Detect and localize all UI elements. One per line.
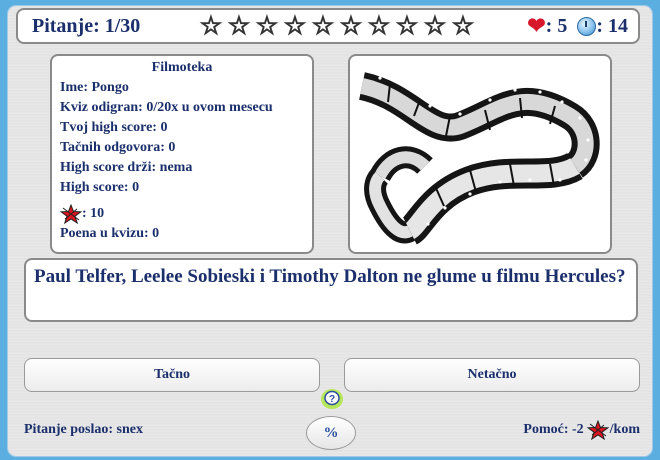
quiz-info-panel: Filmoteka Ime: Pongo Kviz odigran: 0/20x… [50, 54, 314, 254]
quiz-points: Poena u kvizu: 0 [60, 226, 160, 241]
quiz-title: Filmoteka [151, 60, 213, 75]
progress-star-icon: ☆ [199, 12, 223, 40]
progress-star-icon: ☆ [451, 12, 475, 40]
film-strip-image [358, 72, 600, 245]
high-score-holder: High score drži: nema [60, 160, 193, 175]
progress-star-icon: ☆ [367, 12, 391, 40]
red-star-icon [60, 204, 82, 224]
help-prefix: Pomoć: -2 [523, 422, 584, 437]
question-sender: Pitanje poslao: snex [24, 422, 143, 437]
correct-answers: Tačnih odgovora: 0 [60, 140, 176, 155]
your-high-score: Tvoj high score: 0 [60, 120, 168, 135]
progress-star-icon: ☆ [311, 12, 335, 40]
clock-icon [577, 16, 597, 36]
help-suffix: /kom [609, 422, 640, 437]
help-cost: Pomoć: -2 /kom [523, 420, 640, 440]
red-star-icon [586, 420, 609, 440]
player-name: Ime: Pongo [60, 80, 129, 95]
lives-count: : 5 [545, 14, 568, 37]
progress-star-icon: ☆ [395, 12, 419, 40]
progress-star-icon: ☆ [339, 12, 363, 40]
question-counter: Pitanje: 1/30 [32, 15, 141, 37]
bonus-line: : 10 [60, 204, 104, 224]
false-button[interactable]: Netačno [344, 358, 640, 392]
bonus-count: : 10 [82, 206, 105, 221]
high-score: High score: 0 [60, 180, 140, 195]
time-count: : 14 [596, 14, 628, 37]
progress-star-icon: ☆ [227, 12, 251, 40]
progress-star-icon: ☆ [255, 12, 279, 40]
progress-stars: ☆ ☆ ☆ ☆ ☆ ☆ ☆ ☆ ☆ ☆ [198, 12, 476, 41]
question-box: Paul Telfer, Leelee Sobieski i Timothy D… [24, 258, 638, 322]
progress-star-icon: ☆ [283, 12, 307, 40]
question-text: Paul Telfer, Leelee Sobieski i Timothy D… [34, 266, 626, 287]
top-bar: Pitanje: 1/30 ☆ ☆ ☆ ☆ ☆ ☆ ☆ ☆ ☆ ☆ ❤ : 5 : 14 [16, 8, 640, 44]
progress-star-icon: ☆ [423, 12, 447, 40]
true-button[interactable]: Tačno [24, 358, 320, 392]
percent-joker-button[interactable]: % [306, 416, 356, 450]
stats: ❤ : 5 : 14 [527, 14, 628, 38]
svg-text:?: ? [329, 394, 335, 405]
played-count: Kviz odigran: 0/20x u ovom mesecu [60, 100, 273, 115]
question-badge-icon[interactable]: ? [320, 388, 344, 410]
quiz-image [348, 54, 612, 254]
heart-icon: ❤ [527, 13, 546, 38]
